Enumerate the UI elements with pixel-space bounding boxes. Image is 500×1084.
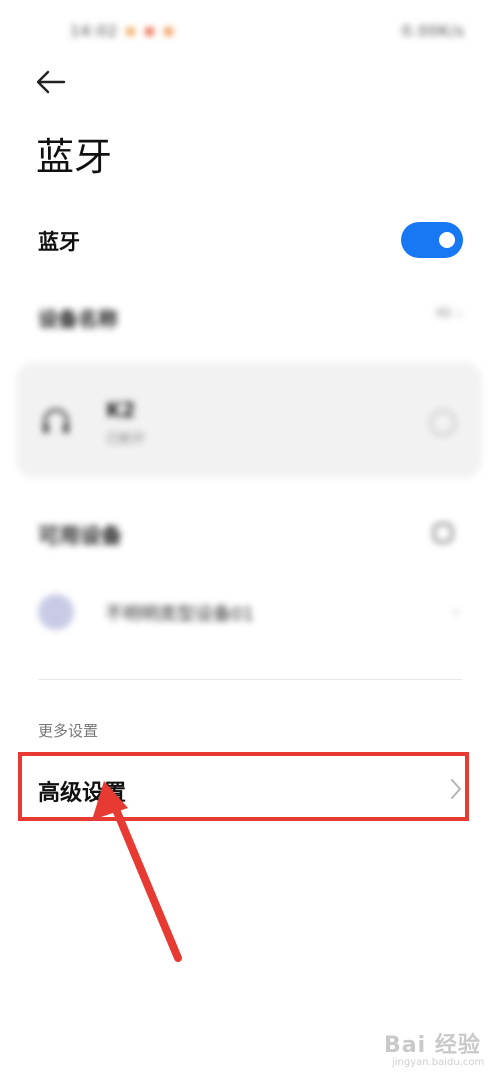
headphones-icon [43,408,69,433]
status-bar-time: 14:02 [70,22,175,40]
divider [38,679,462,680]
bluetooth-label: 蓝牙 [38,230,80,254]
status-bar-indicators: 0.00K/s [402,22,465,40]
paired-device-name: K2 [106,398,136,422]
device-avatar [38,594,74,630]
baidu-watermark: Bai 经验 [384,1033,481,1058]
watermark-url: jingyan.baidu.com [392,1057,485,1068]
chevron-right-icon: › [452,602,460,623]
notification-icon [163,27,173,36]
device-name-value: Mi › [435,306,462,322]
available-devices-label: 可用设备 [38,524,122,548]
paired-device-status: 已断开 [106,432,146,447]
toggle-knob [439,232,455,248]
page-title: 蓝牙 [36,135,113,179]
notification-icon [144,27,154,36]
more-settings-section-label: 更多设置 [38,722,99,740]
refresh-icon[interactable] [430,520,456,546]
device-name-label[interactable]: 设备名称 [38,303,118,332]
network-speed: 0.00K/s [401,22,465,40]
device-name-text: Mi [435,306,452,322]
back-arrow-icon[interactable] [30,62,70,102]
status-time: 14:02 [70,22,119,40]
available-device-name[interactable]: 不明明类型设备01 [105,600,254,626]
highlight-box [18,752,469,821]
bluetooth-toggle[interactable] [401,222,463,258]
paired-device-card[interactable] [16,362,482,478]
info-icon[interactable] [430,410,456,436]
notification-icon [126,27,136,36]
